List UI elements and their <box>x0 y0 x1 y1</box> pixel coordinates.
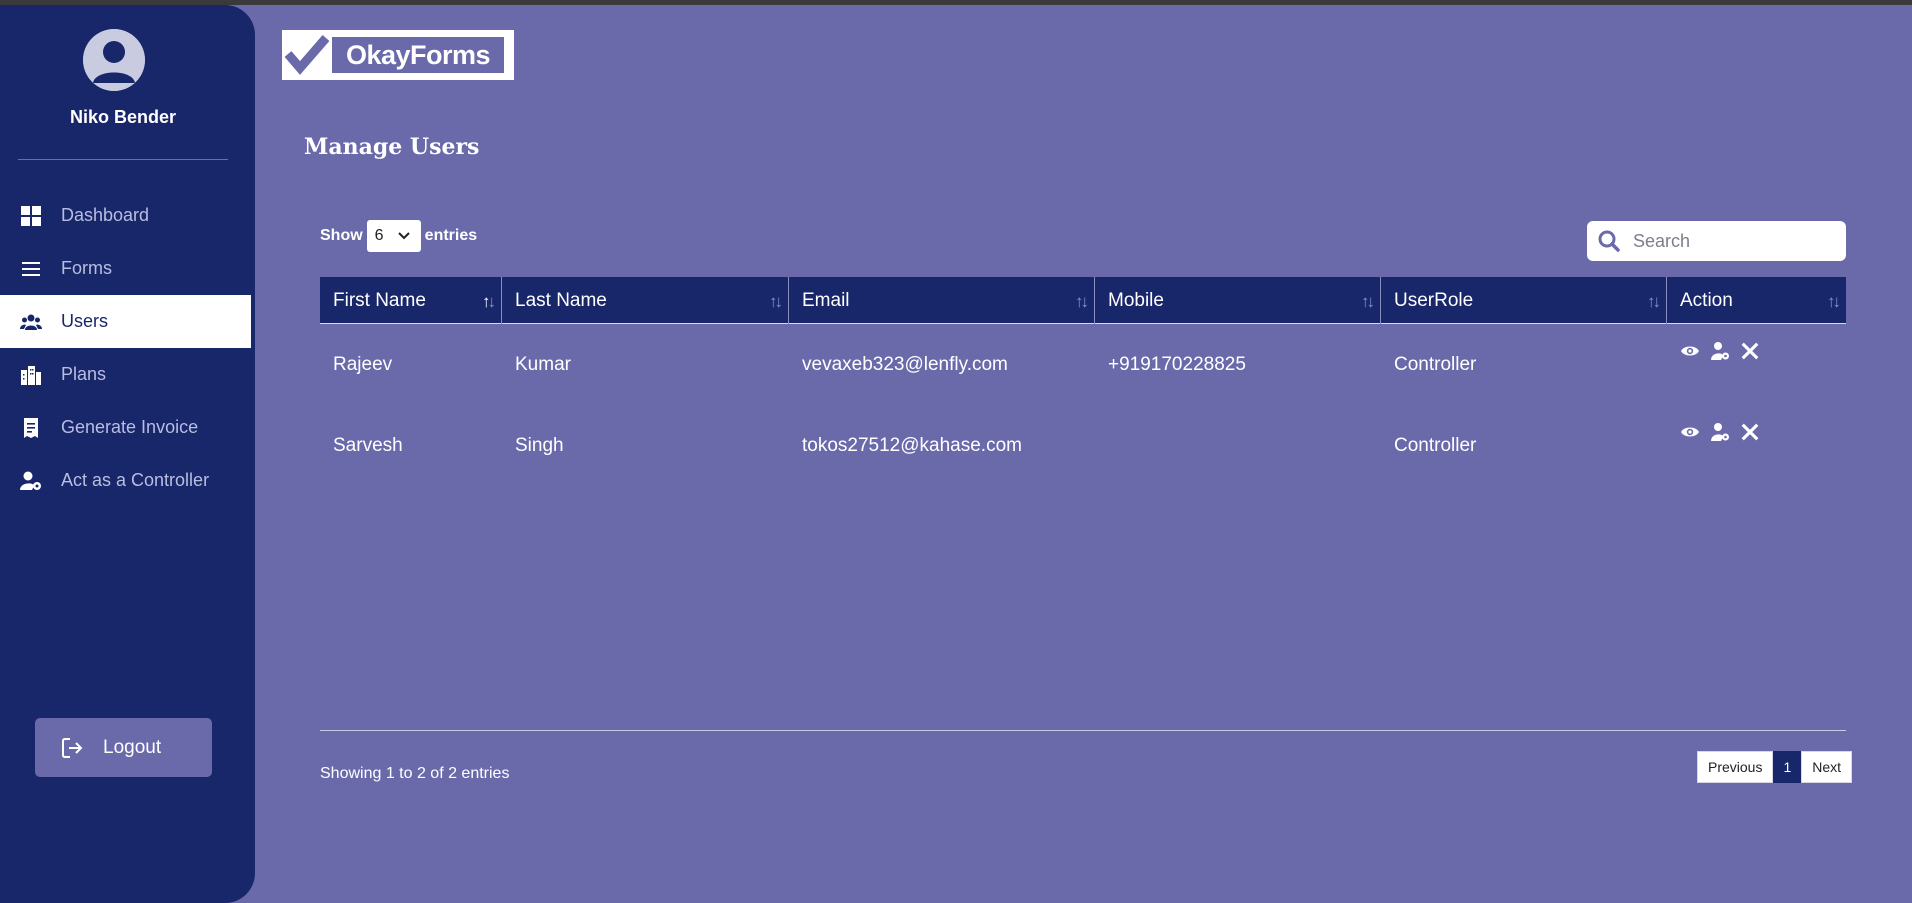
avatar[interactable] <box>83 29 145 91</box>
chevron-down-icon <box>397 232 410 240</box>
sidebar-divider <box>18 159 228 160</box>
user-gear-icon <box>20 470 42 492</box>
receipt-icon <box>20 417 42 439</box>
column-header-label: Email <box>802 289 850 311</box>
column-header-last-name[interactable]: Last Name ↑↓ <box>502 277 789 324</box>
cell-role: Controller <box>1394 353 1477 375</box>
user-avatar-icon <box>83 29 145 91</box>
sidebar-item-label: Generate Invoice <box>61 417 199 437</box>
sidebar-item-forms[interactable]: Forms <box>0 242 251 295</box>
page-length-select[interactable]: 6 <box>366 220 421 252</box>
sort-icon: ↑↓ <box>1827 292 1841 311</box>
cell-last-name: Singh <box>515 434 564 456</box>
page-length-control: Show 6 entries <box>320 220 477 252</box>
page-1-button[interactable]: 1 <box>1773 751 1802 783</box>
sidebar-item-label: Act as a Controller <box>61 470 210 490</box>
column-header-label: First Name <box>333 289 426 311</box>
cell-role: Controller <box>1394 434 1477 456</box>
sort-icon: ↑↓ <box>769 292 783 311</box>
page-length-value: 6 <box>374 227 384 244</box>
column-header-label: Mobile <box>1108 289 1164 311</box>
column-header-mobile[interactable]: Mobile ↑↓ <box>1095 277 1381 324</box>
sidebar-item-users[interactable]: Users <box>0 295 251 348</box>
cell-actions <box>1667 324 1846 405</box>
column-header-action[interactable]: Action ↑↓ <box>1667 277 1846 324</box>
entries-label: entries <box>424 227 478 244</box>
sidebar-item-label: Dashboard <box>61 205 150 225</box>
users-table: First Name ↑↓ Last Name ↑↓ Email ↑↓ Mobi… <box>320 277 1846 486</box>
user-settings-icon[interactable] <box>1710 341 1730 361</box>
page-title: Manage Users <box>304 134 480 160</box>
logo-text: OkayForms <box>332 37 504 73</box>
buildings-icon <box>20 364 42 386</box>
sidebar-item-label: Forms <box>61 258 112 278</box>
previous-page-button[interactable]: Previous <box>1697 751 1774 783</box>
table-row: Sarvesh Singh tokos27512@kahase.com Cont… <box>320 405 1846 486</box>
show-label: Show <box>320 227 363 244</box>
logout-icon <box>61 737 83 759</box>
sidebar-item-generate-invoice[interactable]: Generate Invoice <box>0 401 251 454</box>
sidebar-item-dashboard[interactable]: Dashboard <box>0 189 251 242</box>
table-row: Rajeev Kumar vevaxeb323@lenfly.com +9191… <box>320 324 1846 405</box>
sidebar: Niko Bender Dashboard Forms Users Plans <box>0 5 255 903</box>
checkmark-icon <box>282 30 330 80</box>
sidebar-item-act-as-controller[interactable]: Act as a Controller <box>0 454 251 507</box>
column-header-label: Last Name <box>515 289 607 311</box>
table-bottom-divider <box>320 730 1846 731</box>
dashboard-icon <box>20 205 42 227</box>
cell-last-name: Kumar <box>515 353 571 375</box>
sidebar-nav: Dashboard Forms Users Plans Generate Inv… <box>0 189 251 507</box>
sidebar-item-label: Users <box>61 311 109 331</box>
cell-first-name: Sarvesh <box>333 434 403 456</box>
user-name: Niko Bender <box>69 107 177 127</box>
sidebar-item-plans[interactable]: Plans <box>0 348 251 401</box>
search-input[interactable] <box>1633 230 1833 252</box>
search-icon <box>1598 230 1620 252</box>
cell-email: vevaxeb323@lenfly.com <box>802 353 1008 375</box>
column-header-label: Action <box>1680 289 1733 311</box>
column-header-userrole[interactable]: UserRole ↑↓ <box>1381 277 1667 324</box>
table-info-text: Showing 1 to 2 of 2 entries <box>320 765 510 782</box>
cell-email: tokos27512@kahase.com <box>802 434 1022 456</box>
delete-close-icon[interactable] <box>1740 422 1760 442</box>
column-header-label: UserRole <box>1394 289 1474 311</box>
users-icon <box>20 311 42 333</box>
sort-icon: ↑↓ <box>1647 292 1661 311</box>
okayforms-logo[interactable]: OkayForms <box>282 30 514 80</box>
delete-close-icon[interactable] <box>1740 341 1760 361</box>
sort-icon: ↑↓ <box>1075 292 1089 311</box>
view-eye-icon[interactable] <box>1680 422 1700 442</box>
sidebar-item-label: Plans <box>61 364 107 384</box>
search-box <box>1587 221 1846 261</box>
logout-button[interactable]: Logout <box>35 718 212 777</box>
cell-mobile <box>1095 405 1381 486</box>
window-top-border <box>0 0 1912 5</box>
sort-icon: ↑↓ <box>1361 292 1375 311</box>
menu-lines-icon <box>20 258 42 280</box>
column-header-first-name[interactable]: First Name ↑↓ <box>320 277 502 324</box>
cell-mobile: +919170228825 <box>1108 353 1246 375</box>
column-header-email[interactable]: Email ↑↓ <box>789 277 1095 324</box>
table-header: First Name ↑↓ Last Name ↑↓ Email ↑↓ Mobi… <box>320 277 1846 324</box>
cell-actions <box>1667 405 1846 486</box>
sort-icon: ↑↓ <box>482 292 496 311</box>
view-eye-icon[interactable] <box>1680 341 1700 361</box>
user-settings-icon[interactable] <box>1710 422 1730 442</box>
next-page-button[interactable]: Next <box>1801 751 1853 783</box>
pagination: Previous 1 Next <box>1697 751 1853 783</box>
logout-label: Logout <box>103 736 162 758</box>
cell-first-name: Rajeev <box>333 353 393 375</box>
